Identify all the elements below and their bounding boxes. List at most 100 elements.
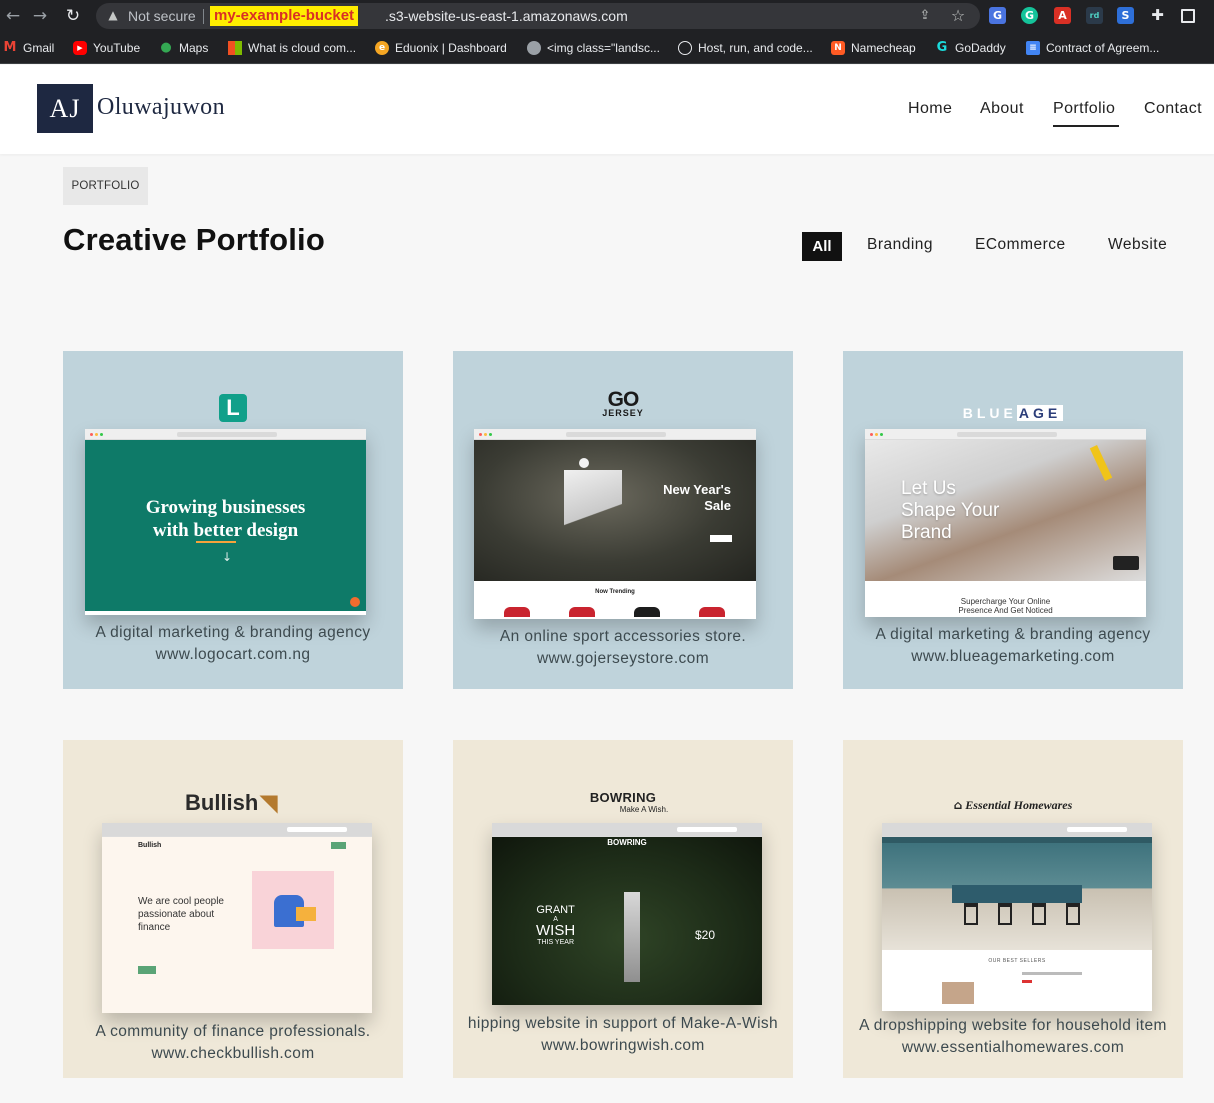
bullish-hero-line3: finance [138, 922, 171, 933]
bullish-mini-logo: Bullish [138, 842, 162, 849]
logo-name[interactable]: Oluwajuwon [97, 94, 225, 121]
filter-ecommerce[interactable]: ECommerce [975, 236, 1066, 254]
mock-browser-bar [865, 429, 1146, 440]
bookmark-star-icon[interactable]: ☆ [949, 7, 967, 25]
active-nav-underline [1053, 125, 1119, 127]
url-bucket-highlight: my-example-bucket [210, 6, 359, 26]
nav-contact[interactable]: Contact [1144, 100, 1202, 118]
nav-portfolio[interactable]: Portfolio [1053, 100, 1115, 118]
bookmark-godaddy[interactable]: G GoDaddy [935, 39, 1006, 57]
extensions-puzzle-icon[interactable]: ✚ [1149, 7, 1166, 24]
readme-extension-icon[interactable]: rd [1086, 7, 1103, 24]
card-desc-text: A digital marketing & branding agency [875, 626, 1151, 643]
bookmark-label: Maps [179, 41, 209, 55]
bowring-logo: BOWRING Make A Wish. [453, 791, 793, 816]
bookmark-contract[interactable]: ≡ Contract of Agreem... [1026, 39, 1159, 57]
godaddy-icon: G [936, 40, 948, 55]
card-url[interactable]: www.checkbullish.com [63, 1043, 403, 1065]
bullish-cta-button [138, 966, 156, 974]
logo-initials[interactable]: AJ [37, 84, 93, 133]
nav-home[interactable]: Home [908, 100, 952, 118]
filter-website[interactable]: Website [1108, 236, 1167, 254]
bullish-arrow-icon: ◥ [260, 790, 278, 815]
bullish-hero: Bullish We are cool people passionate ab… [102, 837, 372, 1013]
portfolio-card-gojersey[interactable]: GO JERSEY New Year's Sale Now Trending A… [453, 351, 793, 689]
card-description: A community of finance professionals. ww… [63, 1021, 403, 1065]
bookmark-maps[interactable]: ● Maps [159, 39, 208, 57]
shop-now-button[interactable] [710, 535, 732, 542]
bullish-logo: Bullish◥ [185, 790, 277, 816]
bullish-illustration [252, 871, 334, 949]
gojersey-logo-go: GO [607, 388, 640, 411]
bowring-hero-line1: GRANT [536, 904, 575, 916]
url-domain: .s3-website-us-east-1.amazonaws.com [385, 8, 628, 24]
portfolio-card-bullish[interactable]: Bullish◥ Bullish We are cool people pass… [63, 740, 403, 1078]
bowring-price: $20 [695, 928, 716, 942]
docs-icon: ≡ [1026, 41, 1040, 55]
site-header: AJ Oluwajuwon Home About Portfolio Conta… [0, 65, 1214, 154]
house-icon: ⌂ [953, 798, 963, 812]
gojersey-hero-line1: New Year's [663, 482, 731, 497]
card-url[interactable]: www.essentialhomewares.com [843, 1037, 1183, 1059]
bullish-mockup: Bullish We are cool people passionate ab… [102, 823, 372, 1013]
side-panel-icon[interactable] [1181, 9, 1195, 23]
gojersey-logo-sub: JERSEY [602, 408, 644, 418]
bookmark-cloud[interactable]: What is cloud com... [228, 39, 356, 57]
bookmark-label: YouTube [93, 41, 141, 55]
grammarly-extension-icon[interactable]: G [1021, 7, 1038, 24]
address-separator [203, 9, 204, 24]
maps-icon: ● [160, 40, 172, 55]
logocart-hero: Growing businesses with better design ↓ [85, 440, 366, 615]
nav-about[interactable]: About [980, 100, 1024, 118]
bookmark-label: Namecheap [851, 41, 916, 55]
warning-icon: ▲ [108, 8, 118, 22]
logocart-hero-line1: Growing businesses [145, 497, 306, 518]
card-description: A digital marketing & branding agency ww… [63, 622, 403, 666]
bowring-hero-line3: WISH [536, 922, 576, 939]
bookmark-replit[interactable]: Host, run, and code... [678, 39, 813, 57]
mock-browser-bar [85, 429, 366, 440]
filter-all[interactable]: All [802, 232, 842, 261]
card-description: An online sport accessories store. www.g… [453, 626, 793, 670]
bookmark-label: Eduonix | Dashboard [395, 41, 507, 55]
bullish-hero-line1: We are cool people [138, 896, 224, 907]
card-url[interactable]: www.logocart.com.ng [63, 644, 403, 666]
portfolio-card-bowring[interactable]: BOWRING Make A Wish. BOWRING GRANT A WIS… [453, 740, 793, 1078]
bookmark-label: What is cloud com... [248, 41, 357, 55]
card-desc-text: A digital marketing & branding agency [95, 624, 371, 641]
hero-underline [196, 541, 236, 543]
card-url[interactable]: www.bowringwish.com [453, 1035, 793, 1057]
s-extension-icon[interactable]: S [1117, 7, 1134, 24]
card-url[interactable]: www.gojerseystore.com [453, 648, 793, 670]
pdf-extension-icon[interactable]: A [1054, 7, 1071, 24]
bowring-hero: BOWRING GRANT A WISH THIS YEAR $20 [492, 837, 762, 1005]
bookmark-gmail[interactable]: M Gmail [3, 39, 55, 57]
address-bar[interactable]: ▲ Not secure my-example-bucket .s3-websi… [96, 3, 980, 29]
bowring-mockup: BOWRING GRANT A WISH THIS YEAR $20 [492, 823, 762, 1005]
bookmark-namecheap[interactable]: N Namecheap [831, 39, 916, 57]
blueage-logo: BLUE AGE [843, 405, 1183, 421]
mock-browser-bar [102, 823, 372, 837]
reload-icon[interactable]: ↻ [62, 5, 84, 27]
portfolio-card-logocart[interactable]: L Growing businesses with better design … [63, 351, 403, 689]
phone-object [1113, 556, 1139, 570]
bookmark-label: <img class="landsc... [547, 41, 660, 55]
bookmark-img[interactable]: <img class="landsc... [527, 39, 660, 57]
filter-branding[interactable]: Branding [867, 236, 933, 254]
not-secure-label: Not secure [128, 8, 196, 24]
share-icon[interactable]: ⇪ [916, 7, 934, 25]
forward-arrow-icon[interactable]: → [29, 5, 51, 27]
portfolio-card-blueage[interactable]: BLUE AGE Let Us Shape Your Brand Supercha… [843, 351, 1183, 689]
card-url[interactable]: www.blueagemarketing.com [843, 646, 1183, 668]
essential-mockup: OUR BEST SELLERS [882, 823, 1152, 1011]
bookmark-youtube[interactable]: ▶ YouTube [73, 39, 140, 57]
namecheap-icon: N [831, 41, 845, 55]
section-tag: PORTFOLIO [63, 167, 148, 205]
portfolio-card-essentialhomewares[interactable]: ⌂ Essential Homewares OUR BEST SELLERS A… [843, 740, 1183, 1078]
translate-extension-icon[interactable]: G [989, 7, 1006, 24]
gojersey-logo: GO JERSEY [453, 388, 793, 418]
eduonix-icon: e [375, 41, 389, 55]
bookmark-eduonix[interactable]: e Eduonix | Dashboard [375, 39, 507, 57]
back-arrow-icon[interactable]: ← [2, 5, 24, 27]
card-desc-text: An online sport accessories store. [499, 628, 747, 645]
